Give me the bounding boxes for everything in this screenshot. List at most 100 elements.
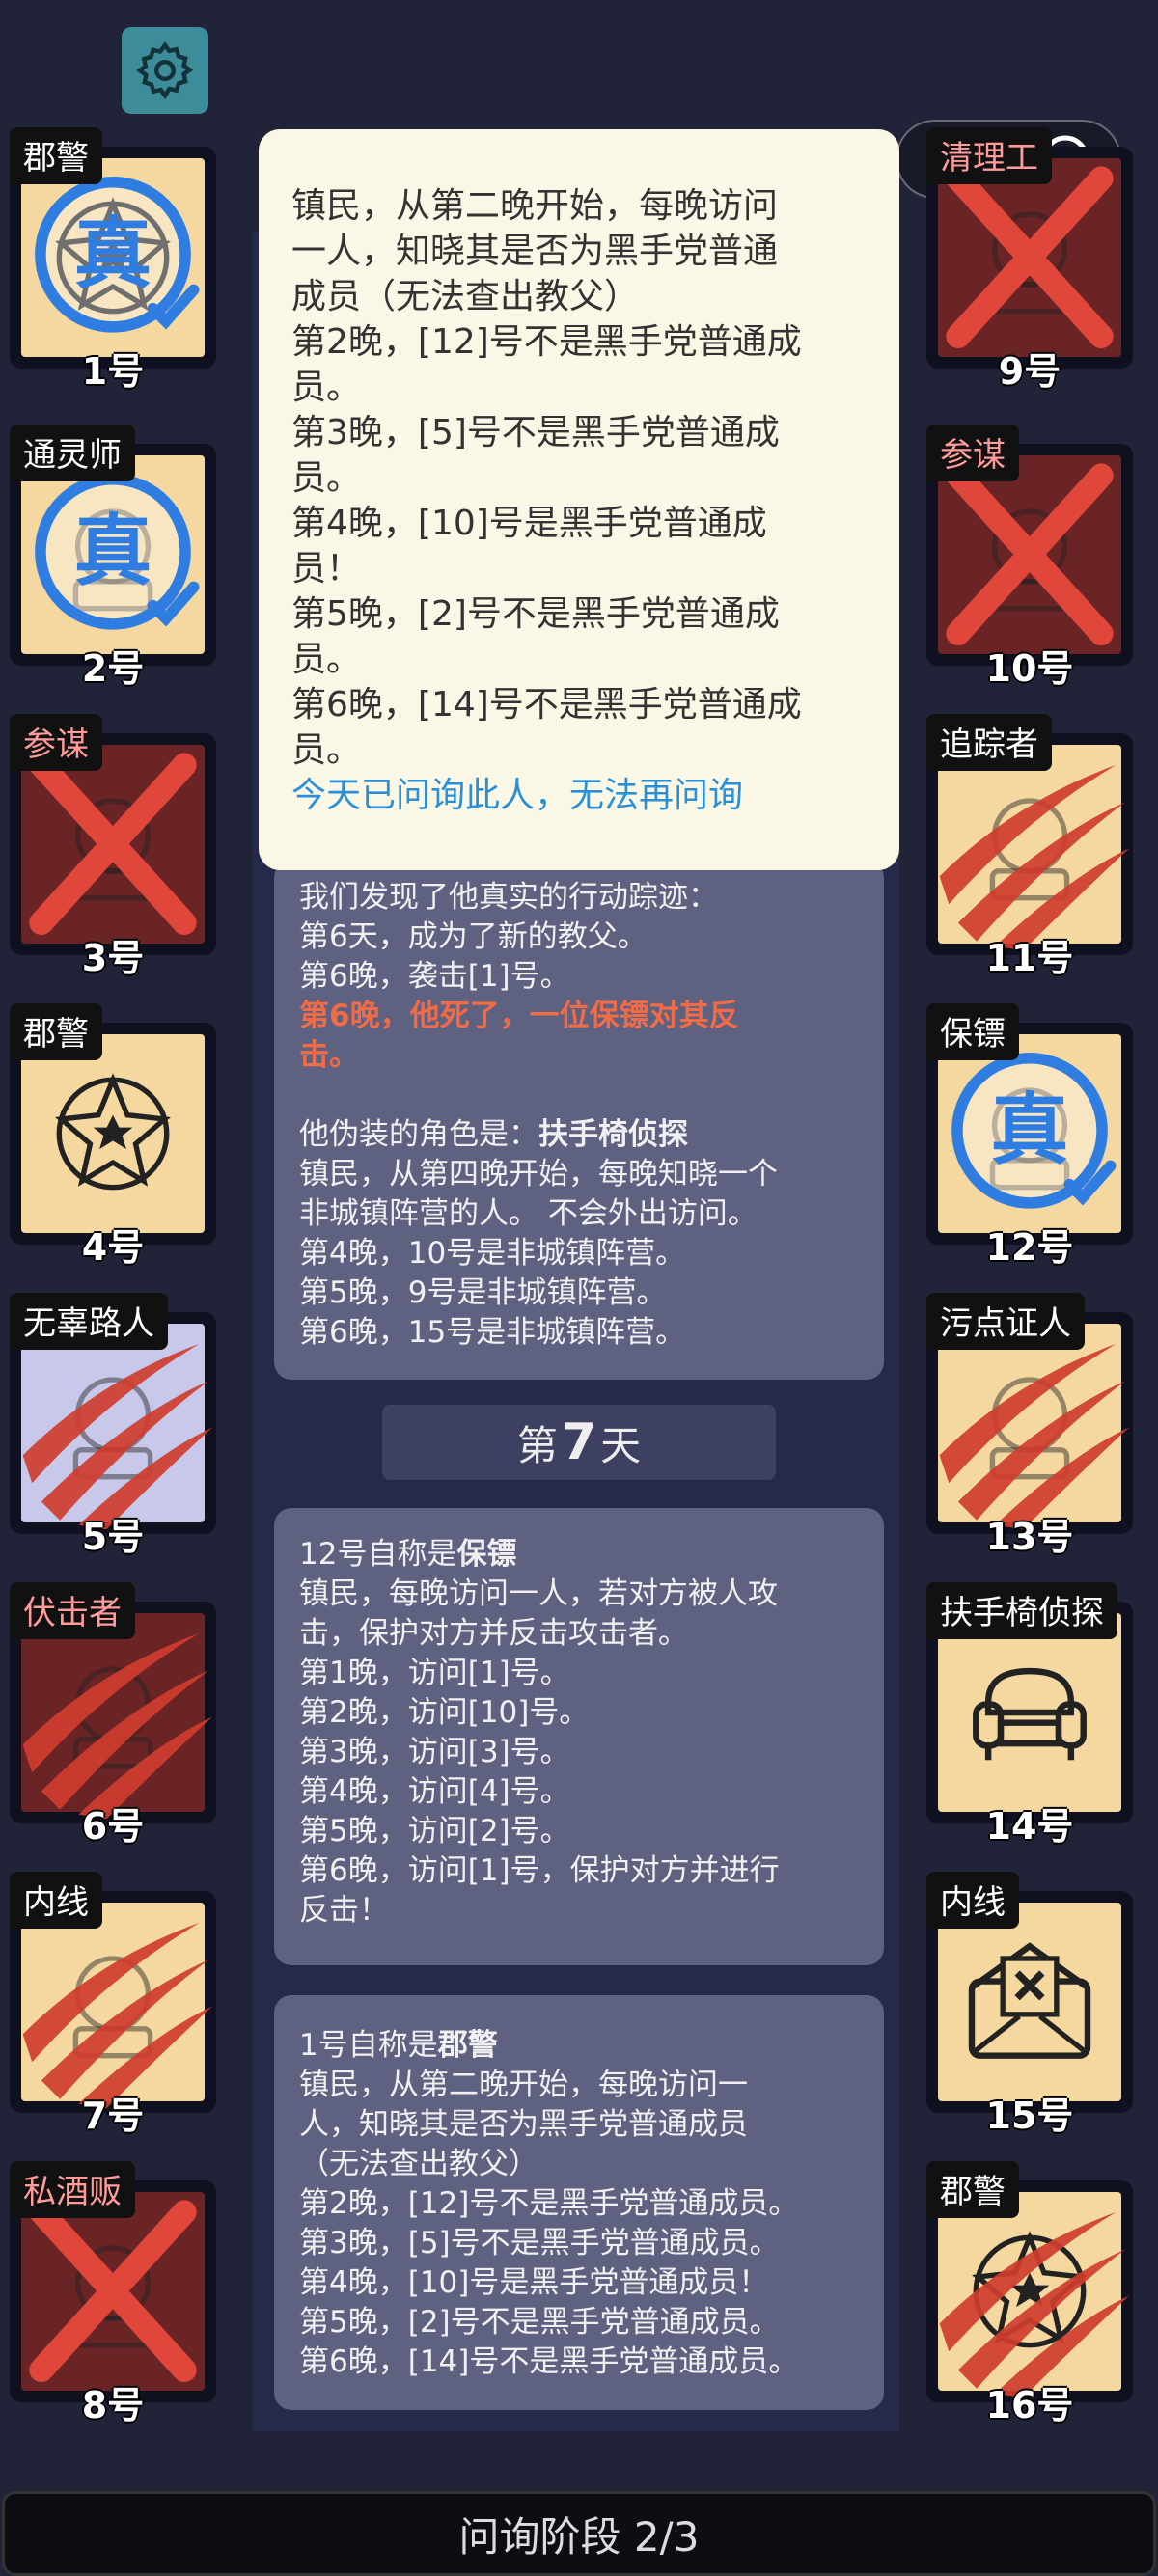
log-line: 第4晚，10号是非城镇阵营。 <box>299 1236 686 1271</box>
janitor-icon <box>938 158 1121 357</box>
log-line: 非城镇阵营的人。 不会外出访问。 <box>299 1196 758 1231</box>
settings-button[interactable] <box>122 27 208 114</box>
phase-bar: 问询阶段 2/3 <box>2 2491 1156 2576</box>
log-line: 镇民，每晚访问一人，若对方被人攻 <box>299 1576 778 1611</box>
log-line: 第6天，成为了新的教父。 <box>299 919 648 954</box>
day-prefix: 第 <box>516 1421 558 1469</box>
player-card[interactable]: 郡警 16号 <box>917 2161 1139 2426</box>
claim-line: 1号自称是郡警 <box>299 2026 859 2066</box>
player-role-tag: 内线 <box>926 1872 1019 1929</box>
player-role-tag: 无辜路人 <box>10 1293 168 1350</box>
log-line: 第6晚，袭击[1]号。 <box>299 959 570 994</box>
player-card[interactable]: 伏击者 6号 <box>0 1582 222 1848</box>
player-role-tag: 保镖 <box>926 1003 1019 1060</box>
player-role-tag: 郡警 <box>10 1003 102 1060</box>
popup-line: 第4晚，[10]号是黑手党普通成 <box>291 504 767 543</box>
bootlegger-icon <box>21 2192 205 2391</box>
player-card[interactable]: 参谋 10号 <box>917 425 1139 690</box>
player-number: 7号 <box>81 2095 145 2137</box>
player-card[interactable]: 无辜路人 5号 <box>0 1293 222 1558</box>
player-card[interactable]: 郡警 4号 <box>0 1003 222 1269</box>
envelope-icon <box>938 1903 1121 2101</box>
popup-line: 员。 <box>291 640 362 679</box>
disguise-role: 扶手椅侦探 <box>538 1117 688 1152</box>
player-card[interactable]: 真通灵师 2号 <box>0 425 222 690</box>
log-card-claim-12: 12号自称是保镖 镇民，每晚访问一人，若对方被人攻 击，保护对方并反击攻击者。 … <box>274 1508 884 1965</box>
log-line: 第5晚，访问[2]号。 <box>299 1814 570 1849</box>
player-card[interactable]: 扶手椅侦探 14号 <box>917 1582 1139 1848</box>
log-line: 第6晚，15号是非城镇阵营。 <box>299 1315 686 1350</box>
player-number: 14号 <box>985 1805 1074 1848</box>
log-line: 镇民，从第二晚开始，每晚访问一 <box>299 2068 748 2102</box>
sheriff-star-icon <box>938 2192 1121 2391</box>
log-line: 第5晚，9号是非城镇阵营。 <box>299 1275 667 1310</box>
log-line: 第6晚，访问[1]号，保护对方并进行 <box>299 1853 780 1888</box>
claim-role: 郡警 <box>437 2028 498 2063</box>
player-card[interactable]: 真保镖 12号 <box>917 1003 1139 1269</box>
popup-line: 员。 <box>291 368 362 407</box>
player-number: 2号 <box>81 647 145 690</box>
player-role-tag: 参谋 <box>10 714 102 771</box>
popup-notice: 今天已问询此人，无法再问询 <box>291 776 744 815</box>
player-number: 4号 <box>81 1226 145 1269</box>
player-number: 8号 <box>81 2384 145 2426</box>
log-line: 反击！ <box>299 1893 389 1928</box>
sheriff-star-icon <box>21 158 205 357</box>
player-number: 13号 <box>985 1516 1074 1558</box>
log-line: 第4晚，[10]号是黑手党普通成员！ <box>299 2265 769 2300</box>
disguise-prefix: 他伪装的角色是： <box>299 1117 538 1152</box>
player-number: 11号 <box>985 937 1074 979</box>
popup-line: 员。 <box>291 730 362 770</box>
day-suffix: 天 <box>600 1421 642 1469</box>
log-line: 第6晚，[14]号不是黑手党普通成员。 <box>299 2344 799 2379</box>
player-number: 12号 <box>985 1226 1074 1269</box>
log-line: 第1晚，访问[1]号。 <box>299 1656 570 1690</box>
phase-label: 问询阶段 2/3 <box>458 2512 700 2561</box>
popup-line: 员。 <box>291 458 362 498</box>
player-card[interactable]: 追踪者 11号 <box>917 714 1139 979</box>
log-line: 人，知晓其是否为黑手党普通成员 <box>299 2107 748 2142</box>
player-card[interactable]: 参谋 3号 <box>0 714 222 979</box>
advisor-icon <box>21 745 205 944</box>
log-line: 击，保护对方并反击攻击者。 <box>299 1616 688 1651</box>
player-role-tag: 参谋 <box>926 425 1019 481</box>
player-number: 5号 <box>81 1516 145 1558</box>
day-header: 第7天 <box>382 1405 776 1480</box>
player-role-tag: 追踪者 <box>926 714 1052 771</box>
popup-line: 一人，知晓其是否为黑手党普通 <box>291 232 779 271</box>
log-line: 我们发现了他真实的行动踪迹： <box>299 880 718 915</box>
player-card[interactable]: 内线 15号 <box>917 1872 1139 2137</box>
player-role-tag: 郡警 <box>926 2161 1019 2218</box>
player-card[interactable]: 内线 7号 <box>0 1872 222 2137</box>
log-line: 第3晚，访问[3]号。 <box>299 1735 570 1769</box>
role-info-popup[interactable]: 镇民，从第二晚开始，每晚访问 一人，知晓其是否为黑手党普通 成员（无法查出教父）… <box>259 129 899 870</box>
disguise-line: 他伪装的角色是：扶手椅侦探 <box>299 1115 859 1155</box>
player-card[interactable]: 真郡警 1号 <box>0 127 222 393</box>
popup-line: 第3晚，[5]号不是黑手党普通成 <box>291 413 780 452</box>
player-number: 9号 <box>998 350 1062 393</box>
player-role-tag: 清理工 <box>926 127 1052 184</box>
log-line: （无法查出教父） <box>299 2147 538 2181</box>
player-card[interactable]: 清理工 9号 <box>917 127 1139 393</box>
popup-line: 镇民，从第二晚开始，每晚访问 <box>291 186 779 226</box>
day-number: 7 <box>561 1413 597 1471</box>
player-role-tag: 私酒贩 <box>10 2161 135 2218</box>
claim-prefix: 1号自称是 <box>299 2028 438 2063</box>
gear-icon <box>136 41 194 100</box>
claim-prefix: 12号自称是 <box>299 1537 457 1572</box>
sheriff-star-icon <box>21 1034 205 1233</box>
player-role-tag: 内线 <box>10 1872 102 1929</box>
player-role-tag: 郡警 <box>10 127 102 184</box>
player-number: 15号 <box>985 2095 1074 2137</box>
player-role-tag: 扶手椅侦探 <box>926 1582 1117 1639</box>
player-card[interactable]: 私酒贩 8号 <box>0 2161 222 2426</box>
popup-line: 员！ <box>291 549 362 589</box>
witness-icon <box>938 1324 1121 1522</box>
player-role-tag: 污点证人 <box>926 1293 1085 1350</box>
player-number: 3号 <box>81 937 145 979</box>
ambusher-icon <box>21 1613 205 1812</box>
log-line: 第3晚，[5]号不是黑手党普通成员。 <box>299 2226 780 2261</box>
player-card[interactable]: 污点证人 13号 <box>917 1293 1139 1558</box>
player-number: 16号 <box>985 2384 1074 2426</box>
armchair-icon <box>938 1613 1121 1812</box>
